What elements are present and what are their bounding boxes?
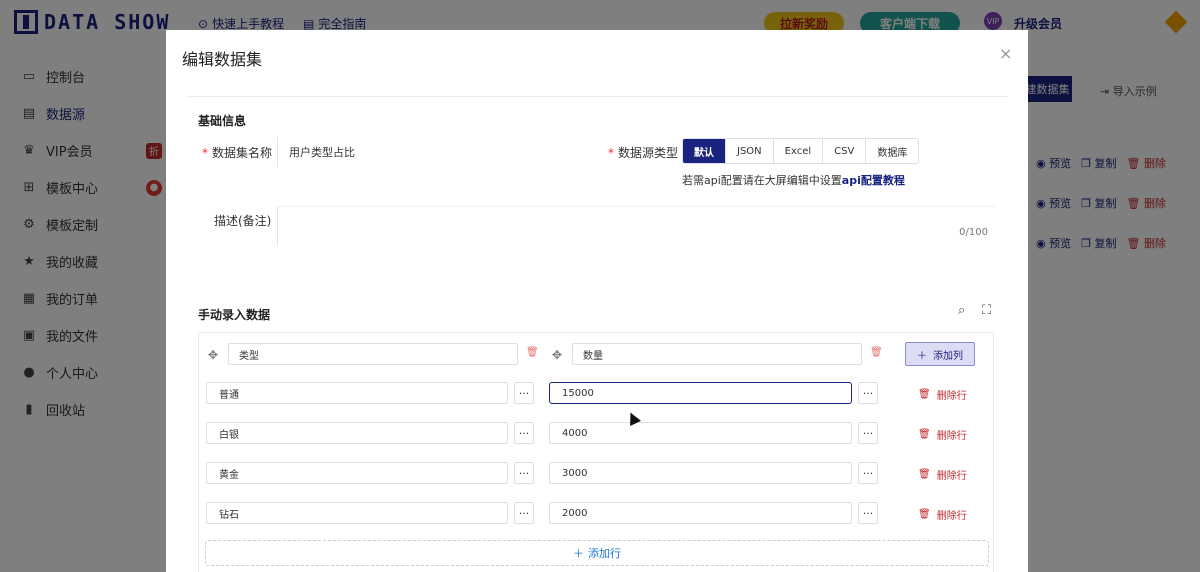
source-type-default[interactable]: 默认 [683, 139, 726, 163]
table-cell-input[interactable]: 15000 [549, 382, 852, 404]
delete-column-icon[interactable]: 🗑 [526, 347, 539, 358]
location-search-icon[interactable]: ⌕ [958, 303, 965, 318]
cell-more-button[interactable]: ··· [858, 382, 878, 404]
cell-more-button[interactable]: ··· [858, 502, 878, 524]
column-header-input[interactable]: 数量 [572, 343, 862, 365]
modal-title: 编辑数据集 [182, 50, 263, 69]
close-icon[interactable]: × [999, 44, 1012, 63]
cell-more-button[interactable]: ··· [514, 462, 534, 484]
cell-more-button[interactable]: ··· [514, 502, 534, 524]
table-cell-input[interactable]: 钻石 [206, 502, 508, 524]
dataset-name-input[interactable]: 用户类型占比 [277, 137, 587, 167]
drag-handle-icon[interactable]: ✥ [208, 348, 218, 362]
cell-more-button[interactable]: ··· [514, 422, 534, 444]
source-type-label: * 数据源类型 [608, 146, 679, 160]
delete-row-button[interactable]: 🗑 删除行 [918, 427, 967, 442]
table-cell-input[interactable]: 2000 [549, 502, 852, 524]
required-mark: * [608, 146, 614, 160]
cell-more-button[interactable]: ··· [858, 462, 878, 484]
basic-info-title: 基础信息 [198, 114, 247, 128]
delete-row-button[interactable]: 🗑 删除行 [918, 467, 967, 482]
manual-entry-title: 手动录入数据 [198, 308, 271, 322]
table-cell-input[interactable]: 黄金 [206, 462, 508, 484]
add-row-button[interactable]: ＋添加行 [205, 540, 989, 566]
description-textarea[interactable]: 0/100 [277, 206, 996, 246]
api-tutorial-link[interactable]: api配置教程 [842, 174, 905, 187]
data-table [198, 332, 994, 572]
cell-more-button[interactable]: ··· [514, 382, 534, 404]
trash-icon: 🗑 [918, 469, 931, 480]
drag-handle-icon[interactable]: ✥ [552, 348, 562, 362]
source-type-database[interactable]: 数据库 [866, 139, 918, 163]
table-cell-input[interactable]: 4000 [549, 422, 852, 444]
column-header-input[interactable]: 类型 [228, 343, 518, 365]
delete-row-button[interactable]: 🗑 删除行 [918, 387, 967, 402]
description-char-count: 0/100 [959, 227, 988, 238]
source-type-json[interactable]: JSON [726, 139, 774, 163]
source-type-selector: 默认 JSON Excel CSV 数据库 [682, 138, 920, 164]
divider [186, 96, 1008, 97]
trash-icon: 🗑 [918, 509, 931, 520]
fullscreen-icon[interactable]: ⛶ [982, 303, 991, 318]
description-label: 描述(备注) [214, 214, 272, 228]
source-type-csv[interactable]: CSV [823, 139, 867, 163]
trash-icon: 🗑 [918, 429, 931, 440]
table-cell-input[interactable]: 白银 [206, 422, 508, 444]
edit-dataset-modal: 编辑数据集 × 基础信息 * 数据集名称 用户类型占比 * 数据源类型 默认 JSO… [166, 30, 1028, 572]
required-mark: * [202, 146, 208, 160]
plus-icon: ＋ [573, 547, 584, 560]
delete-column-icon[interactable]: 🗑 [870, 347, 883, 358]
table-cell-input[interactable]: 3000 [549, 462, 852, 484]
api-hint: 若需api配置请在大屏编辑中设置api配置教程 [682, 174, 905, 187]
source-type-excel[interactable]: Excel [774, 139, 824, 163]
add-column-button[interactable]: ＋添加列 [905, 342, 975, 366]
dataset-name-label: * 数据集名称 [202, 146, 273, 160]
delete-row-button[interactable]: 🗑 删除行 [918, 507, 967, 522]
table-cell-input[interactable]: 普通 [206, 382, 508, 404]
trash-icon: 🗑 [918, 389, 931, 400]
plus-icon: ＋ [917, 350, 927, 362]
cell-more-button[interactable]: ··· [858, 422, 878, 444]
